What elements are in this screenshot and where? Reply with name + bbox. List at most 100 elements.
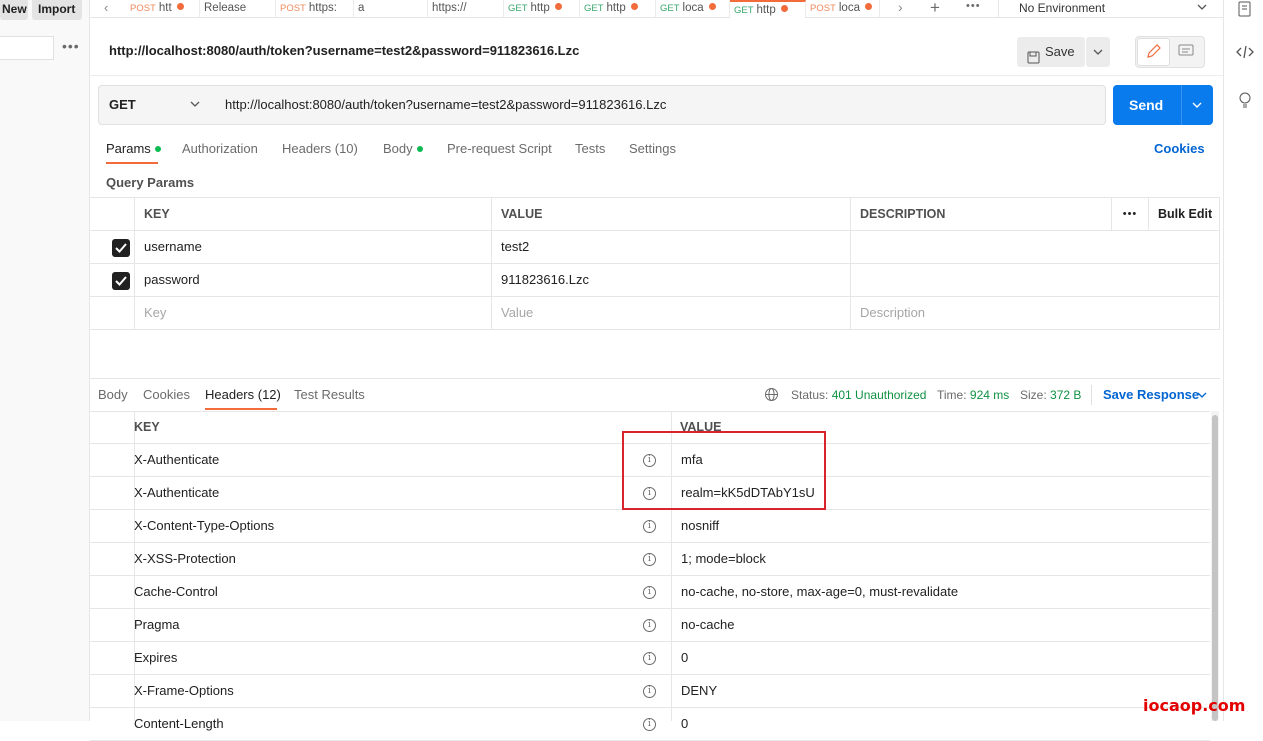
- time-label: Time:: [937, 388, 967, 402]
- param-description[interactable]: [851, 231, 1220, 264]
- tab-prerequest-script[interactable]: Pre-request Script: [447, 141, 552, 156]
- bulk-edit-button[interactable]: Bulk Edit: [1149, 198, 1220, 231]
- tab-method: POST: [810, 3, 836, 14]
- tab-label: loca: [682, 2, 704, 14]
- divider: [1091, 385, 1092, 405]
- right-rail: [1223, 0, 1263, 721]
- param-key[interactable]: username: [135, 231, 492, 264]
- tab-authorization[interactable]: Authorization: [182, 141, 258, 156]
- new-param-value-input[interactable]: Value: [492, 297, 851, 330]
- info-icon[interactable]: i: [643, 652, 656, 665]
- send-options-chevron-down-icon[interactable]: [1190, 98, 1204, 115]
- param-key[interactable]: password: [135, 264, 492, 297]
- header-key: Expires: [134, 650, 178, 665]
- tab-label: https://: [432, 2, 467, 14]
- edit-pencil-icon[interactable]: [1137, 38, 1170, 66]
- sidebar-more-button[interactable]: •••: [62, 38, 80, 54]
- unsaved-dot: [554, 3, 562, 10]
- lightbulb-icon[interactable]: [1237, 91, 1253, 112]
- body-indicator-dot: [416, 146, 423, 152]
- new-param-key-input[interactable]: Key: [135, 297, 492, 330]
- tab-body[interactable]: Body: [383, 141, 423, 156]
- request-tab[interactable]: Release: [200, 0, 276, 18]
- param-checkbox-username[interactable]: [112, 239, 130, 257]
- comment-icon[interactable]: [1178, 44, 1194, 61]
- column-header-value: VALUE: [492, 198, 851, 231]
- cookies-link[interactable]: Cookies: [1154, 141, 1205, 156]
- new-param-description-input[interactable]: Description: [851, 297, 1220, 330]
- header-key: X-Authenticate: [134, 452, 220, 467]
- request-tab[interactable]: GET http: [504, 0, 580, 18]
- response-divider: [90, 378, 1220, 379]
- request-tab[interactable]: GET http: [730, 0, 806, 18]
- param-value[interactable]: test2: [492, 231, 851, 264]
- response-tab-cookies[interactable]: Cookies: [143, 387, 190, 402]
- globe-icon[interactable]: [764, 387, 779, 405]
- params-more-button[interactable]: •••: [1112, 198, 1149, 231]
- save-options-chevron-down-icon[interactable]: [1086, 37, 1110, 67]
- response-size: Size: 372 B: [1020, 388, 1081, 402]
- header-key: X-Frame-Options: [134, 683, 234, 698]
- tab-label: http: [606, 2, 626, 14]
- response-status: Status: 401 Unauthorized: [791, 388, 926, 402]
- tab-scroll-left-icon[interactable]: ‹: [104, 0, 108, 15]
- response-time: Time: 924 ms: [937, 388, 1009, 402]
- tab-method: GET: [508, 3, 528, 14]
- scrollbar-thumb[interactable]: [1212, 415, 1218, 721]
- environment-quicklook-icon[interactable]: [1237, 1, 1253, 20]
- info-icon[interactable]: i: [643, 619, 656, 632]
- request-tab[interactable]: a: [354, 0, 428, 18]
- tab-label: https:: [308, 2, 338, 14]
- info-icon[interactable]: i: [643, 520, 656, 533]
- new-tab-plus-icon[interactable]: +: [930, 0, 940, 18]
- code-icon[interactable]: [1236, 44, 1254, 63]
- request-tab[interactable]: https://: [428, 0, 504, 18]
- import-button[interactable]: Import: [32, 0, 82, 20]
- header-key: Cache-Control: [134, 584, 218, 599]
- tab-tests[interactable]: Tests: [575, 141, 605, 156]
- request-tab[interactable]: GET http: [580, 0, 656, 18]
- environment-chevron-down-icon[interactable]: [1196, 0, 1208, 17]
- divider: [1181, 85, 1182, 125]
- param-description[interactable]: [851, 264, 1220, 297]
- tab-method: POST: [130, 3, 156, 14]
- method-chevron-down-icon[interactable]: [189, 97, 201, 114]
- request-tab[interactable]: POST htt: [126, 0, 200, 18]
- sidebar-search-input[interactable]: [0, 36, 54, 60]
- param-value[interactable]: 911823616.Lzc: [492, 264, 851, 297]
- url-input[interactable]: http://localhost:8080/auth/token?usernam…: [213, 85, 1106, 125]
- header-value: nosniff: [681, 518, 720, 533]
- status-value: 401 Unauthorized: [831, 388, 927, 402]
- info-icon[interactable]: i: [643, 553, 656, 566]
- tab-headers[interactable]: Headers (10): [282, 141, 358, 156]
- info-icon[interactable]: i: [643, 685, 656, 698]
- tab-settings[interactable]: Settings: [629, 141, 676, 156]
- unsaved-dot: [176, 3, 184, 10]
- param-checkbox-password[interactable]: [112, 272, 130, 290]
- request-title[interactable]: http://localhost:8080/auth/token?usernam…: [109, 43, 579, 58]
- tab-scroll-right-icon[interactable]: ›: [898, 0, 903, 15]
- tab-params[interactable]: Params: [106, 141, 161, 156]
- response-tab-test-results[interactable]: Test Results: [294, 387, 365, 402]
- active-tab-underline: [205, 408, 277, 410]
- tab-label: a: [358, 2, 365, 14]
- table-row: X-XSS-Protection i 1; mode=block: [90, 543, 1210, 576]
- info-icon[interactable]: i: [643, 586, 656, 599]
- tabs-more-icon[interactable]: •••: [966, 0, 981, 12]
- save-response-button[interactable]: Save Response: [1103, 387, 1199, 402]
- sidebar: New Import •••: [0, 0, 90, 721]
- save-button[interactable]: Save: [1017, 37, 1085, 67]
- info-icon[interactable]: i: [643, 718, 656, 731]
- query-params-heading: Query Params: [106, 175, 195, 190]
- response-tab-body[interactable]: Body: [98, 387, 128, 402]
- new-button[interactable]: New: [0, 0, 28, 20]
- header-value: no-cache: [681, 617, 735, 632]
- request-tab[interactable]: POST https:: [276, 0, 354, 18]
- status-label: Status:: [791, 388, 829, 402]
- save-response-chevron-down-icon[interactable]: [1196, 389, 1208, 404]
- request-tab[interactable]: GET loca: [656, 0, 730, 18]
- response-tab-headers[interactable]: Headers (12): [205, 387, 281, 402]
- request-tab[interactable]: POST loca: [806, 0, 880, 18]
- params-indicator-dot: [154, 146, 161, 152]
- environment-select[interactable]: No Environment: [1019, 1, 1105, 15]
